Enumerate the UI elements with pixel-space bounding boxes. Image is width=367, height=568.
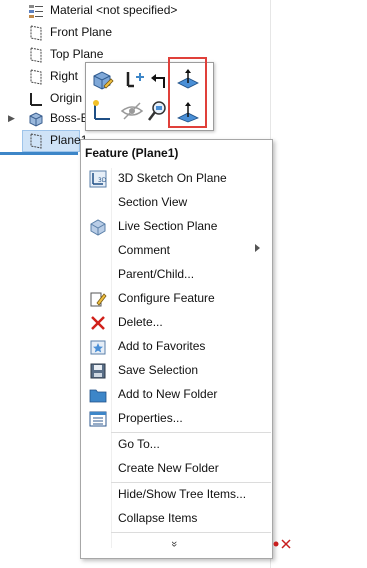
menu-item-label: Save Selection <box>118 363 199 377</box>
folder-icon <box>89 389 107 403</box>
tree-item-label: Front Plane <box>50 25 113 39</box>
menu-item-label: Section View <box>118 195 188 209</box>
edit-feature-icon[interactable] <box>90 68 114 92</box>
menu-item-label: Live Section Plane <box>118 219 218 233</box>
highlight-box <box>168 57 207 128</box>
menu-item-go-to[interactable]: Go To... <box>81 433 272 455</box>
expand-menu-icon[interactable]: » <box>168 541 180 547</box>
menu-item-hide-show-tree-items[interactable]: Hide/Show Tree Items... <box>81 483 272 505</box>
chevron-right-icon[interactable]: ▶ <box>8 113 15 124</box>
material-icon <box>29 5 43 18</box>
rollback-icon[interactable] <box>146 68 170 92</box>
tree-item-label: Boss-E <box>50 111 89 125</box>
menu-item-label: Collapse Items <box>118 511 198 525</box>
menu-separator <box>111 532 271 533</box>
svg-text:3D: 3D <box>98 177 107 184</box>
menu-item-label: Configure Feature <box>118 291 215 305</box>
menu-item-label: Go To... <box>118 437 160 451</box>
menu-item-delete[interactable]: Delete... <box>81 311 272 333</box>
sketch-on-plane-icon[interactable] <box>90 99 114 123</box>
menu-item-section-view[interactable]: Section View <box>81 191 272 213</box>
menu-item-label: Hide/Show Tree Items... <box>118 487 247 501</box>
origin-marker-icon <box>273 539 291 549</box>
menu-item-label: Parent/Child... <box>118 267 195 281</box>
selection-underline <box>0 152 78 155</box>
menu-item-properties[interactable]: Properties... <box>81 407 272 429</box>
favorites-icon <box>90 340 106 355</box>
menu-item-label: Create New Folder <box>118 461 219 475</box>
menu-item-label: Add to New Folder <box>118 387 218 401</box>
plane-icon <box>30 25 42 41</box>
hide-icon[interactable] <box>120 99 144 123</box>
boss-extrude-icon <box>29 112 43 127</box>
menu-item-configure-feature[interactable]: Configure Feature <box>81 287 272 309</box>
tree-item-label: Top Plane <box>50 47 104 61</box>
menu-item-live-section-plane[interactable]: Live Section Plane <box>81 215 272 237</box>
live-section-icon <box>90 219 106 236</box>
context-menu: Feature (Plane1) 3D 3D Sketch On Plane S… <box>80 139 273 559</box>
zoom-to-selection-icon[interactable] <box>146 99 170 123</box>
suppress-sketch-icon[interactable] <box>120 68 144 92</box>
delete-icon <box>91 316 105 330</box>
submenu-arrow-icon <box>255 244 260 252</box>
configure-icon <box>90 292 107 307</box>
menu-item-add-to-new-folder[interactable]: Add to New Folder <box>81 383 272 405</box>
tree-item-label: Origin <box>50 91 83 105</box>
menu-item-3d-sketch-on-plane[interactable]: 3D 3D Sketch On Plane <box>81 167 272 189</box>
3d-sketch-icon: 3D <box>89 170 107 188</box>
menu-item-add-to-favorites[interactable]: Add to Favorites <box>81 335 272 357</box>
tree-item-label: Right <box>50 69 79 83</box>
menu-item-label: Delete... <box>118 315 163 329</box>
plane-icon <box>30 69 42 85</box>
origin-icon <box>30 93 42 106</box>
tree-item-label: Material <not specified> <box>50 3 178 17</box>
menu-item-label: Add to Favorites <box>118 339 206 353</box>
menu-item-parent-child[interactable]: Parent/Child... <box>81 263 272 285</box>
properties-icon <box>89 411 107 427</box>
save-selection-icon <box>90 363 106 379</box>
menu-item-collapse-items[interactable]: Collapse Items <box>81 507 272 529</box>
plane-icon <box>30 133 42 149</box>
menu-item-create-new-folder[interactable]: Create New Folder <box>81 457 272 479</box>
menu-item-label: Properties... <box>118 411 183 425</box>
menu-item-label: 3D Sketch On Plane <box>118 171 227 185</box>
menu-item-save-selection[interactable]: Save Selection <box>81 359 272 381</box>
menu-item-comment[interactable]: Comment <box>81 239 272 261</box>
menu-item-label: Comment <box>118 243 171 257</box>
menu-title: Feature (Plane1) <box>85 146 179 160</box>
plane-icon <box>30 47 42 63</box>
